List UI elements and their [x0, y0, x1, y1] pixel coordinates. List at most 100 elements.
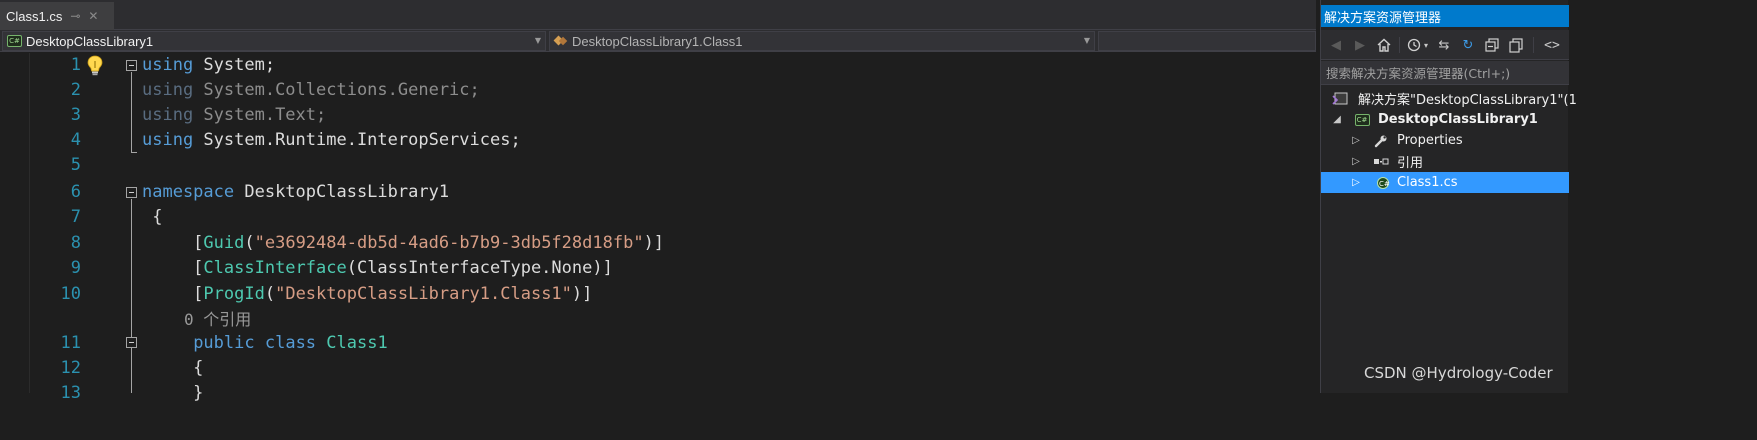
string-literal: "DesktopClassLibrary1.Class1"	[275, 284, 572, 304]
tree-item-label: 引用	[1397, 156, 1424, 171]
line-number: 12	[60, 358, 81, 378]
identifier: System.Collections.Generic;	[193, 80, 480, 100]
home-icon[interactable]	[1375, 36, 1393, 54]
solution-explorer-panel: 解决方案资源管理器 ◀ ▶ ▾ ⇆ ↻ <> 搜索解决方案资源管理器(Ctrl+…	[1320, 0, 1577, 393]
punctuation: (	[244, 233, 255, 253]
keyword: using	[142, 130, 194, 150]
code-icon[interactable]: <>	[1543, 36, 1561, 54]
code-line[interactable]: 3 using System.Text;	[0, 103, 1316, 128]
line-number: 11	[60, 333, 81, 353]
code-line[interactable]: 6 namespace DesktopClassLibrary1	[0, 180, 1316, 205]
code-line[interactable]: 8 [Guid("e3692484-db5d-4ad6-b7b9-3db5f28…	[0, 231, 1316, 256]
line-number: 8	[70, 233, 81, 253]
code-line[interactable]: 2 using System.Collections.Generic;	[0, 78, 1316, 103]
close-tab-icon[interactable]: ✕	[88, 9, 98, 23]
identifier: System.Text;	[193, 105, 327, 125]
solution-icon	[1332, 92, 1348, 106]
solution-explorer-toolbar: ◀ ▶ ▾ ⇆ ↻ <>	[1321, 30, 1569, 60]
wrench-icon	[1373, 134, 1389, 148]
references-icon	[1373, 155, 1389, 169]
tab-class1-cs[interactable]: Class1.cs ⊸ ✕	[0, 2, 114, 30]
line-number: 5	[70, 155, 81, 175]
punctuation: (	[264, 284, 276, 304]
navigation-bar: C# DesktopClassLibrary1 ▼ DesktopClassLi…	[0, 30, 1316, 52]
toolbar-separator	[1533, 37, 1534, 53]
code-view[interactable]: 1 using System; 2 using System.Collectio…	[0, 53, 1316, 403]
back-icon[interactable]: ◀	[1327, 36, 1345, 54]
type-dropdown-value: DesktopClassLibrary1.Class1	[572, 33, 743, 49]
line-text: }	[142, 383, 204, 403]
type-dropdown[interactable]: DesktopClassLibrary1.Class1 ▼	[549, 31, 1095, 51]
line-number: 1	[70, 55, 81, 75]
member-dropdown[interactable]	[1098, 31, 1316, 51]
tree-item-project[interactable]: ◢ C# DesktopClassLibrary1	[1321, 109, 1569, 130]
line-number: 13	[60, 383, 81, 403]
punctuation: [	[142, 258, 204, 278]
solution-explorer-title-bar[interactable]: 解决方案资源管理器	[1321, 5, 1569, 27]
string-literal: "e3692484-db5d-4ad6-b7b9-3db5f28d18fb"	[254, 233, 644, 253]
attribute-type: Guid	[203, 233, 245, 253]
line-text: [ClassInterface(ClassInterfaceType.None)…	[142, 256, 613, 281]
keyword: public	[193, 333, 255, 353]
code-line[interactable]: 9 [ClassInterface(ClassInterfaceType.Non…	[0, 256, 1316, 281]
class-icon	[554, 35, 568, 47]
history-dropdown-icon[interactable]: ▾	[1421, 36, 1431, 54]
document-tab-strip: Class1.cs ⊸ ✕	[0, 0, 1316, 30]
tree-item-label: Properties	[1397, 133, 1463, 148]
collapsed-arrow-icon[interactable]: ▷	[1351, 172, 1361, 193]
code-line[interactable]: 4 using System.Runtime.InteropServices;	[0, 128, 1316, 153]
line-text: using System.Runtime.InteropServices;	[142, 128, 521, 153]
pin-tab-icon[interactable]: ⊸	[70, 9, 80, 23]
code-line[interactable]: 7 {	[0, 205, 1316, 230]
tree-item-class1-cs[interactable]: ▷ C# Class1.cs	[1321, 172, 1569, 193]
codelens-references[interactable]: 0 个引用	[184, 307, 251, 332]
code-line[interactable]: 1 using System;	[0, 53, 1316, 78]
identifier: System.Runtime.InteropServices;	[193, 130, 521, 150]
solution-explorer-search-input[interactable]: 搜索解决方案资源管理器(Ctrl+;)	[1321, 61, 1569, 85]
expanded-arrow-icon[interactable]: ◢	[1332, 109, 1342, 130]
line-number: 6	[70, 182, 81, 202]
punctuation: )]	[571, 284, 593, 304]
line-number: 3	[70, 105, 81, 125]
tree-item-properties[interactable]: ▷ Properties	[1321, 130, 1569, 151]
panel-title: 解决方案资源管理器	[1324, 10, 1442, 26]
csharp-project-icon: C#	[1354, 113, 1370, 127]
line-text: {	[142, 358, 204, 378]
forward-icon[interactable]: ▶	[1351, 36, 1369, 54]
tree-item-references[interactable]: ▷ 引用	[1321, 151, 1569, 172]
punctuation: [	[142, 233, 204, 253]
tree-item-label: DesktopClassLibrary1	[1378, 112, 1538, 127]
line-number: 10	[60, 284, 81, 304]
code-line[interactable]: 10 [ProgId("DesktopClassLibrary1.Class1"…	[0, 282, 1316, 307]
project-dropdown[interactable]: C# DesktopClassLibrary1 ▼	[2, 31, 546, 51]
keyword: using	[142, 80, 194, 100]
svg-text:C#: C#	[1379, 180, 1390, 188]
search-placeholder: 搜索解决方案资源管理器(Ctrl+;)	[1326, 66, 1511, 81]
punctuation: [	[142, 284, 204, 304]
keyword: class	[264, 333, 317, 353]
copy-icon[interactable]	[1507, 36, 1525, 54]
refresh-icon[interactable]: ↻	[1459, 36, 1477, 54]
collapse-all-icon[interactable]	[1483, 36, 1501, 54]
code-line[interactable]: 12 {	[0, 356, 1316, 381]
tree-item-label: Class1.cs	[1397, 175, 1458, 190]
keyword: namespace	[142, 182, 235, 202]
watermark-text: CSDN @Hydrology-Coder	[1364, 364, 1553, 382]
collapsed-arrow-icon[interactable]: ▷	[1351, 151, 1361, 172]
chevron-down-icon: ▼	[1083, 36, 1090, 45]
line-text: public class Class1	[142, 331, 388, 356]
sync-icon[interactable]: ⇆	[1435, 36, 1453, 54]
keyword: using	[142, 55, 194, 75]
chevron-down-icon: ▼	[534, 36, 541, 45]
tree-item-solution[interactable]: 解决方案"DesktopClassLibrary1"(1	[1321, 88, 1577, 109]
line-text: namespace DesktopClassLibrary1	[142, 180, 449, 205]
code-line[interactable]: 5	[0, 153, 1316, 178]
code-line[interactable]: 11 public class Class1	[0, 331, 1316, 356]
csharp-project-icon: C#	[7, 35, 22, 47]
line-text: [Guid("e3692484-db5d-4ad6-b7b9-3db5f28d1…	[142, 231, 664, 256]
line-text: {	[142, 207, 163, 227]
collapsed-arrow-icon[interactable]: ▷	[1351, 130, 1361, 151]
code-line[interactable]: 13 }	[0, 381, 1316, 406]
csharp-file-icon: C#	[1376, 176, 1392, 190]
tree-item-label: 解决方案"DesktopClassLibrary1"(1	[1358, 93, 1577, 108]
